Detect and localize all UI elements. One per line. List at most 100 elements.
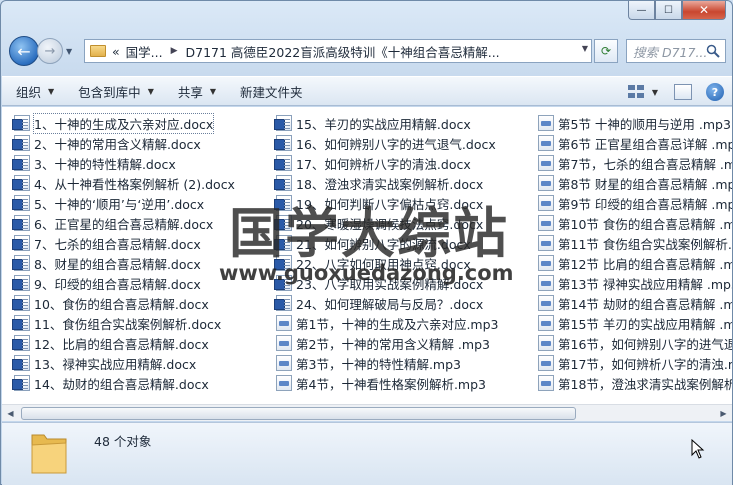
file-item[interactable]: 8、财星的组合喜忌精解.docx bbox=[12, 253, 235, 273]
horizontal-scrollbar[interactable]: ◀ ▶ bbox=[2, 404, 732, 421]
file-item[interactable]: 第11节 食伤组合实战案例解析.mp3 bbox=[538, 233, 732, 253]
scroll-left-icon[interactable]: ◀ bbox=[2, 405, 19, 421]
breadcrumb-overflow[interactable]: « bbox=[112, 44, 120, 59]
file-item[interactable]: 3、十神的特性精解.docx bbox=[12, 153, 235, 173]
file-item[interactable]: 24、如何理解破局与反局？.docx bbox=[274, 293, 499, 313]
close-button[interactable]: ✕ bbox=[682, 1, 726, 20]
file-item[interactable]: 第9节 印绶的组合喜忌精解 .mp3 bbox=[538, 193, 732, 213]
file-item[interactable]: 第5节 十神的顺用与逆用 .mp3 bbox=[538, 113, 732, 133]
file-item[interactable]: 第13节 禄神实战应用精解 .mp3 bbox=[538, 273, 732, 293]
file-item[interactable]: 2、十神的常用含义精解.docx bbox=[12, 133, 235, 153]
file-item[interactable]: 第12节 比肩的组合喜忌精解 .mp3 bbox=[538, 253, 732, 273]
file-item[interactable]: 第1节，十神的生成及六亲对应.mp3 bbox=[276, 313, 499, 333]
file-item[interactable]: 第6节 正官星组合喜忌详解 .mp3 bbox=[538, 133, 732, 153]
file-item[interactable]: 第7节，七杀的组合喜忌精解 .mp3 bbox=[538, 153, 732, 173]
file-item[interactable]: 第8节 财星的组合喜忌精解 .mp3 bbox=[538, 173, 732, 193]
search-input[interactable]: 搜索 D717... bbox=[626, 39, 726, 63]
breadcrumb-item-root[interactable]: 国学... bbox=[126, 42, 163, 61]
address-dropdown-icon[interactable]: ▼ bbox=[582, 44, 588, 53]
file-item[interactable]: 6、正官星的组合喜忌精解.docx bbox=[12, 213, 235, 233]
audio-file-icon bbox=[538, 175, 554, 191]
file-name: 5、十神的‘顺用’与‘逆用’.docx bbox=[34, 196, 205, 212]
file-item[interactable]: 11、食伤组合实战案例解析.docx bbox=[12, 313, 235, 333]
word-document-icon bbox=[12, 255, 30, 271]
file-name: 第10节 食伤的组合喜忌精解 .mp3 bbox=[558, 216, 732, 232]
file-name: 13、禄神实战应用精解.docx bbox=[34, 356, 197, 372]
word-document-icon bbox=[274, 295, 292, 311]
file-item[interactable]: 7、七杀的组合喜忌精解.docx bbox=[12, 233, 235, 253]
file-item[interactable]: 第16节，如何辨别八字的进气退气.mp3 bbox=[538, 333, 732, 353]
audio-file-icon bbox=[538, 275, 554, 291]
share-label: 共享 bbox=[177, 84, 203, 100]
audio-file-icon bbox=[538, 355, 554, 371]
file-name: 第13节 禄神实战应用精解 .mp3 bbox=[558, 276, 732, 292]
file-item[interactable]: 第15节 羊刃的实战应用精解 .mp3 bbox=[538, 313, 732, 333]
file-name: 4、从十神看性格案例解析 (2).docx bbox=[34, 176, 235, 192]
scroll-track[interactable] bbox=[19, 406, 715, 421]
file-item[interactable]: 4、从十神看性格案例解析 (2).docx bbox=[12, 173, 235, 193]
chevron-down-icon: ▼ bbox=[147, 86, 154, 96]
file-name: 第17节，如何辨析八字的清浊.mp3 bbox=[558, 356, 732, 372]
change-view-icon[interactable] bbox=[627, 85, 648, 99]
file-item[interactable]: 14、劫财的组合喜忌精解.docx bbox=[12, 373, 235, 393]
help-icon[interactable]: ? bbox=[706, 83, 724, 101]
watermark-text: 国学大综站 bbox=[229, 201, 509, 265]
refresh-icon: ⟳ bbox=[600, 44, 612, 58]
scroll-right-icon[interactable]: ▶ bbox=[715, 405, 732, 421]
word-document-icon bbox=[274, 135, 292, 151]
maximize-button[interactable]: ☐ bbox=[655, 1, 682, 20]
file-name: 第14节 劫财的组合喜忌精解 .mp3 bbox=[558, 296, 732, 312]
word-document-icon bbox=[274, 115, 292, 131]
file-item[interactable]: 17、如何辨析八字的清浊.docx bbox=[274, 153, 499, 173]
file-item[interactable]: 13、禄神实战应用精解.docx bbox=[12, 353, 235, 373]
file-item[interactable]: 第18节，澄浊求清实战案例解析.mp3 bbox=[538, 373, 732, 393]
file-name: 第4节，十神看性格案例解析.mp3 bbox=[296, 376, 486, 392]
mouse-cursor-icon bbox=[691, 439, 705, 459]
word-document-icon bbox=[12, 155, 30, 171]
address-bar[interactable]: « 国学... ▶ D7171 高德臣2022盲派高级特训《十神组合喜忌精解..… bbox=[84, 39, 592, 63]
audio-file-icon bbox=[276, 335, 292, 351]
file-item[interactable]: 16、如何辨别八字的进气退气.docx bbox=[274, 133, 499, 153]
file-name: 10、食伤的组合喜忌精解.docx bbox=[34, 296, 209, 312]
file-name: 12、比肩的组合喜忌精解.docx bbox=[34, 336, 209, 352]
file-item[interactable]: 第2节，十神的常用含义精解 .mp3 bbox=[276, 333, 499, 353]
include-in-library-label: 包含到库中 bbox=[78, 84, 141, 100]
forward-button[interactable]: → bbox=[37, 38, 63, 64]
file-item[interactable]: 第17节，如何辨析八字的清浊.mp3 bbox=[538, 353, 732, 373]
word-document-icon bbox=[12, 335, 30, 351]
share-menu[interactable]: 共享 ▼ bbox=[178, 82, 216, 101]
breadcrumb-separator-icon[interactable]: ▶ bbox=[171, 46, 178, 56]
back-button[interactable]: ← bbox=[9, 36, 39, 66]
recent-pages-dropdown-icon[interactable]: ▼ bbox=[66, 47, 78, 56]
organize-menu[interactable]: 组织 ▼ bbox=[16, 82, 54, 101]
file-item[interactable]: 10、食伤的组合喜忌精解.docx bbox=[12, 293, 235, 313]
file-item[interactable]: 12、比肩的组合喜忌精解.docx bbox=[12, 333, 235, 353]
file-item[interactable]: 1、十神的生成及六亲对应.docx bbox=[12, 112, 235, 134]
file-item[interactable]: 第4节，十神看性格案例解析.mp3 bbox=[276, 373, 499, 393]
include-in-library-menu[interactable]: 包含到库中 ▼ bbox=[78, 82, 154, 101]
file-item[interactable]: 第14节 劫财的组合喜忌精解 .mp3 bbox=[538, 293, 732, 313]
audio-file-icon bbox=[538, 295, 554, 311]
file-name: 14、劫财的组合喜忌精解.docx bbox=[34, 376, 209, 392]
audio-file-icon bbox=[538, 235, 554, 251]
file-name: 第1节，十神的生成及六亲对应.mp3 bbox=[296, 316, 499, 332]
audio-file-icon bbox=[538, 135, 554, 151]
file-item[interactable]: 9、印绶的组合喜忌精解.docx bbox=[12, 273, 235, 293]
audio-file-icon bbox=[538, 335, 554, 351]
file-item[interactable]: 第10节 食伤的组合喜忌精解 .mp3 bbox=[538, 213, 732, 233]
minimize-button[interactable]: — bbox=[628, 1, 655, 20]
view-options-dropdown-icon[interactable]: ▼ bbox=[652, 88, 658, 97]
audio-file-icon bbox=[538, 215, 554, 231]
preview-pane-icon[interactable] bbox=[674, 84, 692, 100]
scroll-thumb[interactable] bbox=[21, 406, 576, 420]
file-name: 6、正官星的组合喜忌精解.docx bbox=[34, 216, 214, 232]
audio-file-icon bbox=[538, 375, 554, 391]
breadcrumb-item-current[interactable]: D7171 高德臣2022盲派高级特训《十神组合喜忌精解... bbox=[186, 42, 500, 61]
refresh-button[interactable]: ⟳ bbox=[594, 39, 618, 63]
file-item[interactable]: 第3节，十神的特性精解.mp3 bbox=[276, 353, 499, 373]
file-item[interactable]: 5、十神的‘顺用’与‘逆用’.docx bbox=[12, 193, 235, 213]
file-item[interactable]: 15、羊刃的实战应用精解.docx bbox=[274, 113, 499, 133]
command-bar: 组织 ▼ 包含到库中 ▼ 共享 ▼ 新建文件夹 ▼ ? bbox=[2, 76, 732, 106]
organize-label: 组织 bbox=[16, 84, 42, 100]
new-folder-button[interactable]: 新建文件夹 bbox=[240, 82, 303, 101]
